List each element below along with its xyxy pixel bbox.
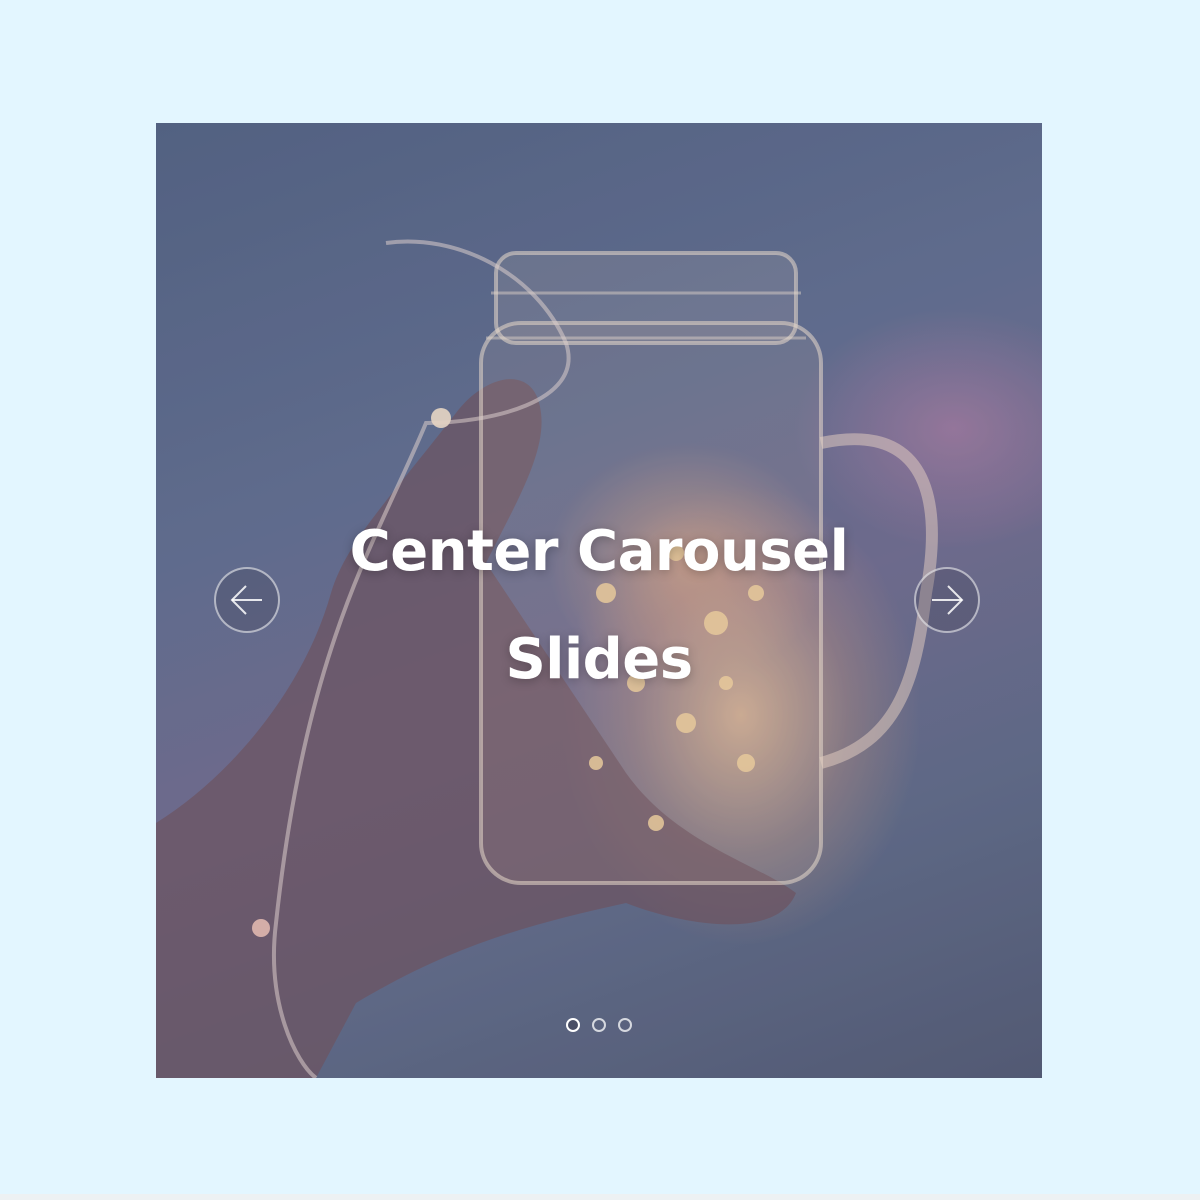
next-slide-button[interactable] — [914, 567, 980, 633]
carousel-indicators — [156, 1018, 1042, 1032]
prev-slide-button[interactable] — [214, 567, 280, 633]
carousel-indicator-3[interactable] — [618, 1018, 632, 1032]
carousel-indicator-1[interactable] — [566, 1018, 580, 1032]
slide-title-line-1: Center Carousel — [349, 519, 849, 584]
carousel-indicator-2[interactable] — [592, 1018, 606, 1032]
page-bottom-edge — [0, 1194, 1200, 1200]
arrow-left-icon — [230, 585, 262, 615]
slide-title-line-2: Slides — [505, 627, 693, 692]
slide-title: Center Carousel Slides — [156, 498, 1042, 714]
carousel-slide: Center Carousel Slides — [156, 123, 1042, 1078]
arrow-right-icon — [932, 585, 964, 615]
